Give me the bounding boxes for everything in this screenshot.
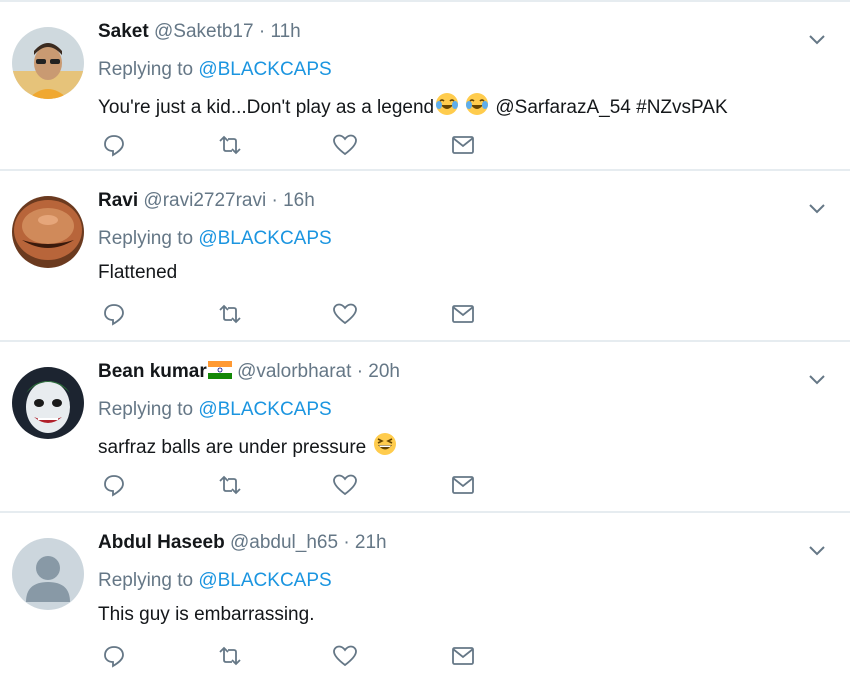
tweet-card[interactable]: Abdul Haseeb @abdul_h65 · 21h Replying t… xyxy=(0,513,850,680)
reply-icon[interactable] xyxy=(98,470,130,500)
replying-to-label: Replying to xyxy=(98,399,194,420)
replying-to-label: Replying to xyxy=(98,228,194,249)
chevron-down-icon[interactable] xyxy=(806,28,828,50)
replying-to-label: Replying to xyxy=(98,570,194,591)
timestamp[interactable]: 11h xyxy=(270,21,300,42)
reply-icon[interactable] xyxy=(98,641,130,671)
tweet-card[interactable]: Bean kumar @valorbharat · 20h Replying t… xyxy=(0,342,850,513)
tweet-actions xyxy=(98,299,498,329)
tweet-text-main: You're just a kid...Don't play as a lege… xyxy=(98,97,435,118)
like-icon[interactable] xyxy=(329,299,361,329)
reply-icon[interactable] xyxy=(98,299,130,329)
retweet-icon[interactable] xyxy=(214,470,246,500)
chevron-down-icon[interactable] xyxy=(806,368,828,390)
grinning-squinting-emoji-icon xyxy=(372,431,398,465)
user-handle[interactable]: @valorbharat xyxy=(237,361,351,382)
user-name[interactable]: Bean kumar xyxy=(98,361,207,382)
direct-message-icon[interactable] xyxy=(447,641,479,671)
replying-to: Replying to @BLACKCAPS xyxy=(98,226,332,252)
tweet-card[interactable]: Saket @Saketb17 · 11h Replying to @BLACK… xyxy=(0,0,850,171)
separator-dot: · xyxy=(356,361,364,382)
replying-to-link[interactable]: @BLACKCAPS xyxy=(198,399,331,420)
tweet-actions xyxy=(98,470,498,500)
tweet-text-tail: @SarfarazA_54 #NZvsPAK xyxy=(490,97,728,118)
direct-message-icon[interactable] xyxy=(447,130,479,160)
avatar[interactable] xyxy=(12,196,84,268)
user-handle[interactable]: @abdul_h65 xyxy=(230,532,338,553)
tweet-text: You're just a kid...Don't play as a lege… xyxy=(98,91,728,125)
retweet-icon[interactable] xyxy=(214,130,246,160)
india-flag-icon xyxy=(207,361,232,387)
tweet-text: Flattened xyxy=(98,260,177,286)
avatar[interactable] xyxy=(12,367,84,439)
replying-to-link[interactable]: @BLACKCAPS xyxy=(198,228,331,249)
separator-dot: · xyxy=(258,21,266,42)
user-name[interactable]: Abdul Haseeb xyxy=(98,532,225,553)
tweet-actions xyxy=(98,641,498,671)
user-handle[interactable]: @ravi2727ravi xyxy=(143,190,266,211)
like-icon[interactable] xyxy=(329,470,361,500)
timestamp[interactable]: 16h xyxy=(283,190,315,211)
timestamp[interactable]: 21h xyxy=(355,532,387,553)
timestamp[interactable]: 20h xyxy=(368,361,400,382)
retweet-icon[interactable] xyxy=(214,299,246,329)
avatar[interactable] xyxy=(12,27,84,99)
replying-to: Replying to @BLACKCAPS xyxy=(98,568,332,594)
separator-dot: · xyxy=(271,190,278,211)
tweet-text: This guy is embarrassing. xyxy=(98,602,314,628)
user-name[interactable]: Saket xyxy=(98,21,149,42)
tears-of-joy-emoji-icon xyxy=(434,91,460,125)
tweet-text-main: sarfraz balls are under pressure xyxy=(98,437,372,458)
like-icon[interactable] xyxy=(329,130,361,160)
replying-to: Replying to @BLACKCAPS xyxy=(98,57,332,83)
retweet-icon[interactable] xyxy=(214,641,246,671)
direct-message-icon[interactable] xyxy=(447,470,479,500)
tweet-actions xyxy=(98,130,498,160)
replying-to: Replying to @BLACKCAPS xyxy=(98,397,332,423)
user-handle[interactable]: @Saketb17 xyxy=(154,21,254,42)
user-name[interactable]: Ravi xyxy=(98,190,138,211)
replying-to-link[interactable]: @BLACKCAPS xyxy=(198,570,331,591)
avatar[interactable] xyxy=(12,538,84,610)
tears-of-joy-emoji-icon xyxy=(464,91,490,125)
like-icon[interactable] xyxy=(329,641,361,671)
tweet-text: sarfraz balls are under pressure xyxy=(98,431,398,465)
reply-icon[interactable] xyxy=(98,130,130,160)
replying-to-link[interactable]: @BLACKCAPS xyxy=(198,59,331,80)
chevron-down-icon[interactable] xyxy=(806,539,828,561)
tweet-text-main: Flattened xyxy=(98,262,178,283)
replying-to-label: Replying to xyxy=(98,59,194,80)
tweet-card[interactable]: Ravi @ravi2727ravi · 16h Replying to @BL… xyxy=(0,171,850,342)
separator-dot: · xyxy=(343,532,350,553)
tweet-text-main: This guy is embarrassing. xyxy=(98,604,315,625)
chevron-down-icon[interactable] xyxy=(806,197,828,219)
direct-message-icon[interactable] xyxy=(447,299,479,329)
